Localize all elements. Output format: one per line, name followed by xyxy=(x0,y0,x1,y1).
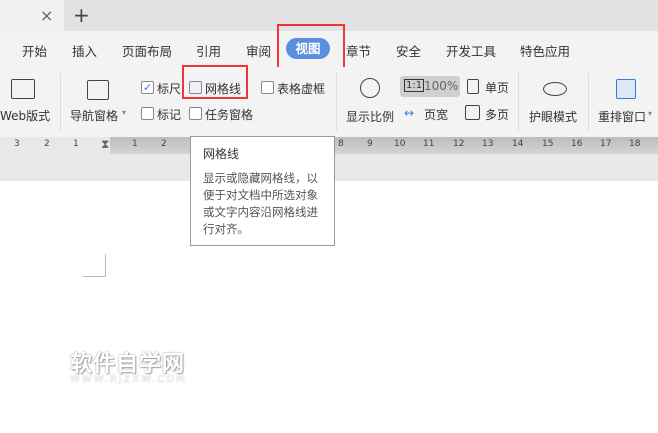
indent-marker-icon[interactable]: ⧗ xyxy=(101,137,109,152)
ruler-tick-label: 12 xyxy=(453,139,465,149)
ruler-tick-label: 14 xyxy=(512,139,524,149)
tooltip: 网格线 显示或隐藏网格线，以便于对文档中所选对象或文字内容沿网格线进行对齐。 xyxy=(190,136,335,246)
mark-label: 标记 xyxy=(157,108,182,122)
multi-page-icon xyxy=(465,105,480,120)
chevron-down-icon[interactable]: ▾ xyxy=(122,108,126,117)
ruler-tick-label: 18 xyxy=(629,139,641,149)
tab-sections[interactable]: 章节 xyxy=(346,41,371,60)
highlight-box-view xyxy=(277,24,345,70)
tab-special[interactable]: 特色应用 xyxy=(520,41,570,60)
ruler-tick-label: 11 xyxy=(423,139,435,149)
page-corner-mark xyxy=(83,254,106,277)
nav-pane-button[interactable]: 导航窗格 xyxy=(70,107,118,124)
single-page-button[interactable]: 单页 xyxy=(485,79,509,96)
divider xyxy=(60,73,61,131)
zoom-button[interactable]: 显示比例 xyxy=(346,108,394,125)
page-width-button[interactable]: 页宽 xyxy=(424,106,448,123)
tab-review[interactable]: 审阅 xyxy=(246,41,271,60)
ruler-tick-label: 8 xyxy=(338,139,344,149)
tooltip-body: 显示或隐藏网格线，以便于对文档中所选对象或文字内容沿网格线进行对齐。 xyxy=(203,171,318,236)
ruler-tick-label: 17 xyxy=(600,139,612,149)
multi-page-button[interactable]: 多页 xyxy=(485,106,509,123)
divider xyxy=(336,73,337,131)
rearrange-window-button[interactable]: 重排窗口 xyxy=(598,108,646,125)
rearrange-window-icon xyxy=(616,79,636,99)
tooltip-title: 网格线 xyxy=(203,147,240,161)
ruler-label: 标尺 xyxy=(157,82,182,96)
ruler-checkbox[interactable]: ✓ xyxy=(141,81,154,94)
ruler-tick-label: 16 xyxy=(571,139,583,149)
divider xyxy=(518,73,519,131)
ruler-tick-label: 9 xyxy=(367,139,373,149)
one-to-one-icon: 1:1 xyxy=(404,79,425,92)
page-width-icon: ↔ xyxy=(404,106,415,120)
tab-developer[interactable]: 开发工具 xyxy=(446,41,496,60)
eye-icon xyxy=(543,82,567,96)
tab-page-layout[interactable]: 页面布局 xyxy=(122,41,172,60)
ruler-tick-label: 13 xyxy=(482,139,494,149)
ruler-tick-label: 1 xyxy=(73,139,79,149)
zoom-icon xyxy=(360,78,380,98)
document-tab[interactable] xyxy=(0,0,64,31)
divider xyxy=(588,73,589,131)
single-page-icon xyxy=(467,79,479,94)
table-border-checkbox[interactable] xyxy=(261,81,274,94)
mark-checkbox[interactable] xyxy=(141,107,154,120)
nav-pane-icon xyxy=(87,80,109,100)
ruler-tick-label: 1 xyxy=(132,139,138,149)
web-layout-button[interactable]: Web版式 xyxy=(0,107,50,124)
ruler-tick-label: 2 xyxy=(161,139,167,149)
tab-references[interactable]: 引用 xyxy=(196,41,221,60)
ruler-tick-label: 2 xyxy=(44,139,50,149)
ribbon: Web版式 导航窗格 ▾ ✓ 标尺 网格线 表格虚框 标记 任务窗格 显示比例 … xyxy=(0,67,658,137)
tab-start[interactable]: 开始 xyxy=(22,41,47,60)
tab-insert[interactable]: 插入 xyxy=(72,41,97,60)
table-border-label: 表格虚框 xyxy=(277,82,326,96)
ruler-tick-label: 3 xyxy=(14,139,20,149)
ruler-tick-label: 15 xyxy=(542,139,554,149)
close-icon[interactable]: × xyxy=(40,6,53,25)
tab-security[interactable]: 安全 xyxy=(396,41,421,60)
zoom-100-button[interactable]: 1:1 100% xyxy=(400,76,460,97)
highlight-box-gridlines xyxy=(182,65,248,99)
new-tab-button[interactable]: + xyxy=(73,3,90,27)
task-pane-checkbox[interactable] xyxy=(189,107,202,120)
eye-mode-button[interactable]: 护眼模式 xyxy=(529,108,577,125)
watermark-url: WWW.RJZXW.COM xyxy=(70,374,187,385)
zoom-100-label: 100% xyxy=(424,79,459,93)
task-pane-label: 任务窗格 xyxy=(205,108,254,122)
web-layout-icon xyxy=(11,79,35,99)
chevron-down-icon[interactable]: ▾ xyxy=(648,109,652,118)
ruler-tick-label: 10 xyxy=(394,139,406,149)
